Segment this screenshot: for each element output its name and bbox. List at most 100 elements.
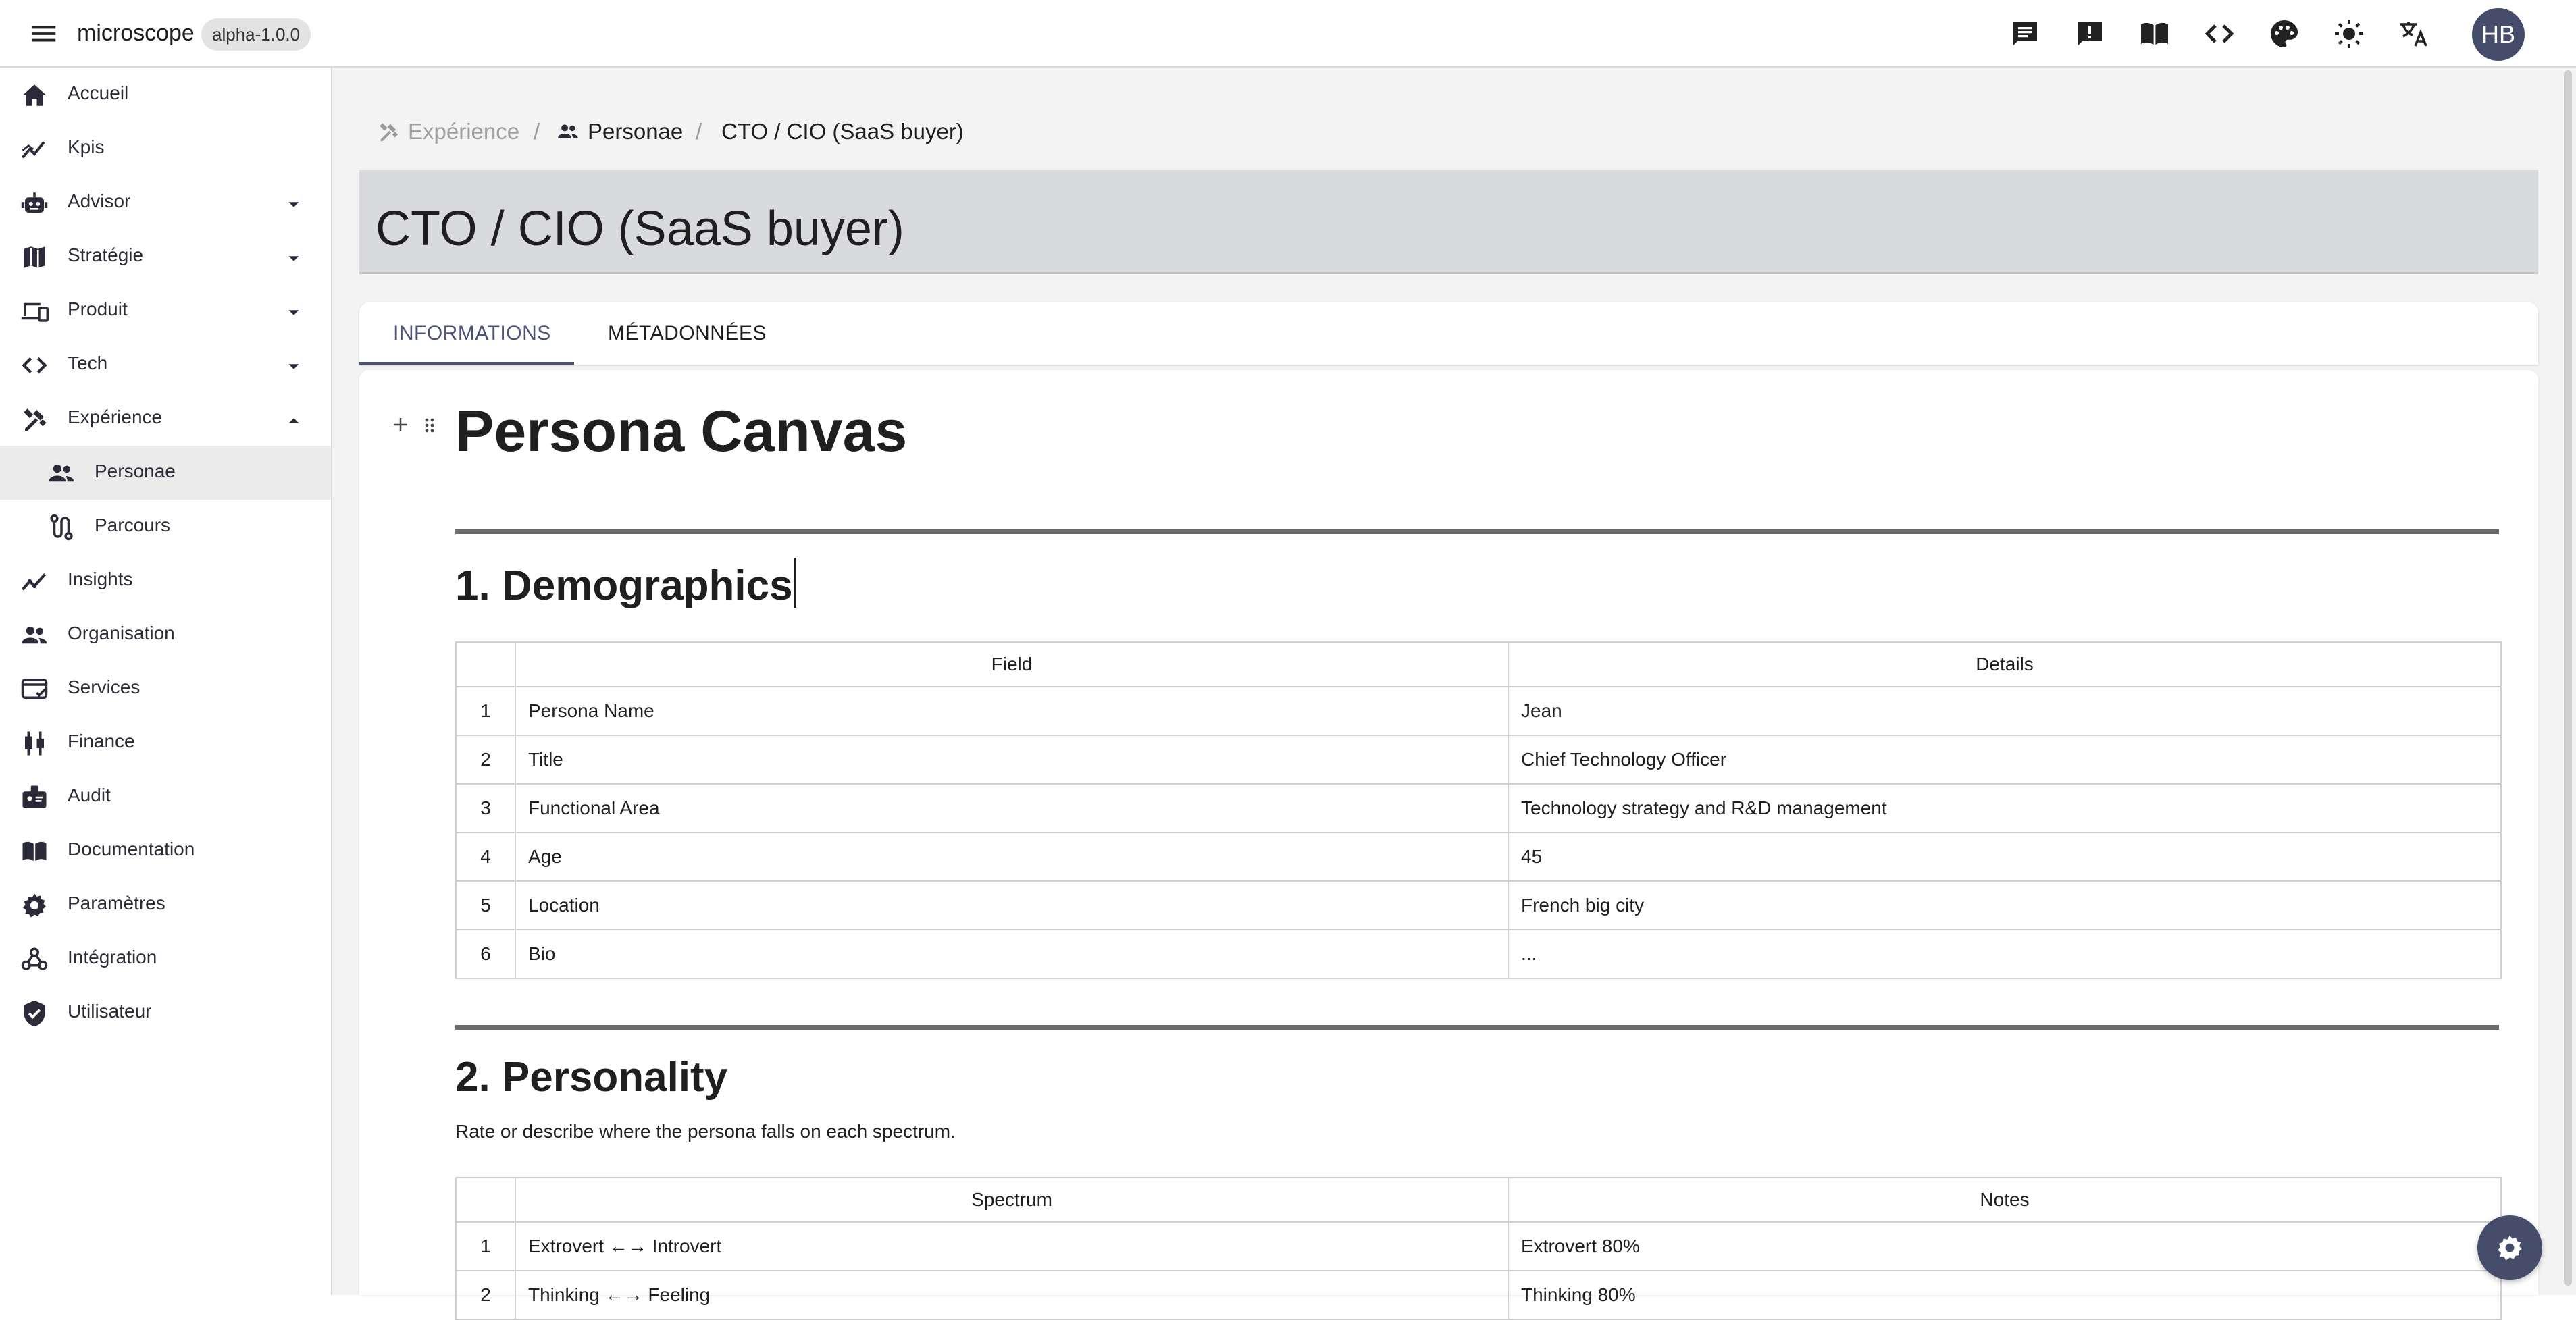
sidebar-item-produit[interactable]: Produit [0,284,331,338]
section-heading-personality[interactable]: 2. Personality [455,1053,727,1101]
sidebar-item-services[interactable]: Services [0,662,331,716]
document-heading[interactable]: Persona Canvas [455,398,907,465]
table-header-cell[interactable]: Notes [1508,1177,2502,1223]
palette-icon[interactable] [2268,18,2300,50]
brightness-icon[interactable] [2333,18,2365,50]
sidebar-item-insights[interactable]: Insights [0,554,331,608]
sidebar-item-personae[interactable]: Personae [0,446,331,500]
sidebar-item-label: Accueil [68,82,129,103]
map-icon [20,243,49,271]
people-icon [557,120,581,143]
table-cell[interactable]: Technology strategy and R&D management [1508,783,2502,833]
table-cell[interactable]: ... [1508,929,2502,979]
table-cell[interactable]: Title [515,735,1509,785]
sidebar-item-audit[interactable]: Audit [0,770,331,824]
table-header-cell[interactable]: Spectrum [515,1177,1509,1223]
breadcrumb-experience[interactable]: Expérience [408,119,519,144]
sidebar-item-organisation[interactable]: Organisation [0,608,331,662]
route-icon [47,513,76,542]
breadcrumb-personae[interactable]: Personae [588,119,683,144]
table-cell[interactable]: Age [515,832,1509,882]
sidebar-item-label: Services [68,677,140,697]
tab-informations[interactable]: INFORMATIONS [393,302,551,365]
table-row: 6 Bio ... [455,929,2502,979]
sidebar-item-documentation[interactable]: Documentation [0,824,331,878]
avatar[interactable]: HB [2472,8,2525,61]
sidebar-item-kpis[interactable]: Kpis [0,122,331,176]
sidebar-item-label: Insights [68,569,133,589]
breadcrumb-current: CTO / CIO (SaaS buyer) [721,119,964,144]
chevron-down-icon [284,357,304,377]
tab-metadonnees[interactable]: MÉTADONNÉES [608,302,767,365]
table-header-cell[interactable]: Details [1508,641,2502,687]
sidebar-item-label: Parcours [95,514,171,535]
sidebar-item-tech[interactable]: Tech [0,338,331,392]
feedback-icon[interactable] [2073,18,2106,50]
section-intro-text[interactable]: Rate or describe where the persona falls… [455,1121,956,1142]
row-number: 4 [455,832,516,882]
tab-indicator [359,362,574,365]
sidebar-item-label: Utilisateur [68,1001,152,1022]
sidebar-item-advisor[interactable]: Advisor [0,176,331,230]
table-cell[interactable]: Persona Name [515,686,1509,736]
table-row: 5 Location French big city [455,880,2502,930]
chat-icon[interactable] [2009,18,2041,50]
sidebar-item-parametres[interactable]: Paramètres [0,878,331,932]
table-cell[interactable]: 45 [1508,832,2502,882]
menu-icon[interactable] [28,18,59,49]
sidebar-item-label: Audit [68,785,111,806]
sidebar-item-parcours[interactable]: Parcours [0,500,331,554]
row-number: 3 [455,783,516,833]
table-cell[interactable]: French big city [1508,880,2502,930]
table-cell[interactable]: Extrovert ←→ Introvert [515,1221,1509,1271]
group-icon [20,621,49,650]
breadcrumb-separator: / [534,119,540,144]
scrollbar-thumb[interactable] [2564,70,2572,1286]
table-row: 3 Functional Area Technology strategy an… [455,783,2502,833]
devices-icon [20,297,49,325]
table-cell[interactable]: Extrovert 80% [1508,1221,2502,1271]
table-row: 1 Persona Name Jean [455,686,2502,736]
table-header-cell[interactable]: Field [515,641,1509,687]
table-cell[interactable]: Functional Area [515,783,1509,833]
table-row: 4 Age 45 [455,832,2502,882]
sidebar-item-strategie[interactable]: Stratégie [0,230,331,284]
gear-icon [2498,1235,2522,1261]
table-cell[interactable]: Chief Technology Officer [1508,735,2502,785]
table-cell[interactable]: Thinking 80% [1508,1270,2502,1320]
table-row: 1 Extrovert ←→ Introvert Extrovert 80% [455,1221,2502,1271]
shield-check-icon [20,999,49,1028]
page-title: CTO / CIO (SaaS buyer) [376,202,904,256]
table-cell[interactable]: Location [515,880,1509,930]
sidebar-item-label: Paramètres [68,893,165,914]
docs-book-icon[interactable] [2138,18,2171,50]
sidebar-item-label: Intégration [68,947,157,968]
table-cell[interactable]: Thinking ←→ Feeling [515,1270,1509,1320]
app-name[interactable]: microscope [77,20,195,47]
table-cell[interactable]: Bio [515,929,1509,979]
row-number: 2 [455,1270,516,1320]
code-icon[interactable] [2203,18,2236,50]
row-number: 2 [455,735,516,785]
webhook-icon [20,945,49,974]
sidebar-item-experience[interactable]: Expérience [0,392,331,446]
add-block-icon[interactable] [390,415,411,435]
sidebar-item-accueil[interactable]: Accueil [0,68,331,122]
service-card-icon [20,675,49,704]
table-header-row: Field Details [455,641,2502,687]
version-badge: alpha-1.0.0 [201,18,311,51]
gear-icon [20,891,49,920]
sidebar-item-finance[interactable]: Finance [0,716,331,770]
robot-icon [20,189,49,217]
sidebar-item-utilisateur[interactable]: Utilisateur [0,986,331,1040]
sidebar-item-label: Tech [68,352,108,373]
section-heading-demographics[interactable]: 1. Demographics [455,558,796,610]
settings-fab[interactable] [2477,1215,2542,1280]
chevron-down-icon [284,302,304,323]
sidebar-item-integration[interactable]: Intégration [0,932,331,986]
table-cell[interactable]: Jean [1508,686,2502,736]
table-row: 2 Title Chief Technology Officer [455,735,2502,785]
sidebar-item-label: Kpis [68,136,105,157]
drag-handle-icon[interactable] [423,416,436,435]
translate-icon[interactable] [2398,18,2430,50]
